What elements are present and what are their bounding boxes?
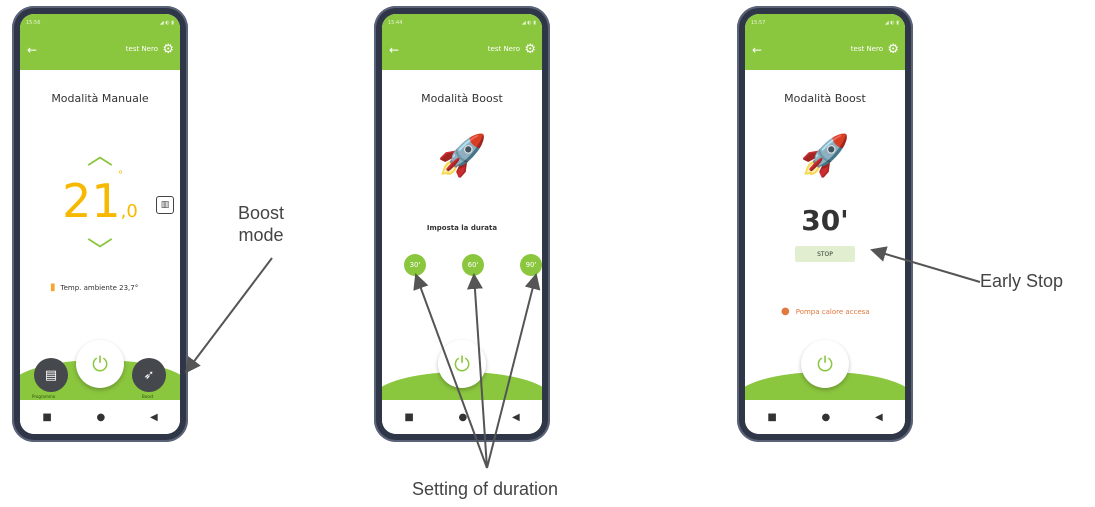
- duration-30-button[interactable]: 30': [404, 254, 426, 276]
- status-icons: ◢ ◐ ▮: [159, 20, 174, 26]
- status-bar: 15:44 ◢ ◐ ▮: [382, 14, 542, 32]
- duration-90-button[interactable]: 90': [520, 254, 542, 276]
- android-nav-bar: ■ ● ◀: [20, 400, 180, 434]
- back-arrow-icon[interactable]: ←: [752, 43, 762, 57]
- page-title: Modalità Boost: [421, 92, 503, 105]
- recent-apps-icon[interactable]: ■: [767, 412, 776, 423]
- power-icon: ⏻: [817, 352, 833, 376]
- back-icon[interactable]: ◀: [875, 412, 883, 423]
- power-button[interactable]: ⏻: [801, 340, 849, 388]
- user-name: test Nero: [125, 45, 158, 53]
- annotation-setting-duration: Setting of duration: [411, 479, 559, 499]
- screen-boost-setup: 15:44 ◢ ◐ ▮ ← test Nero ⚙ Modalità Boost…: [382, 14, 542, 434]
- phone-boost-setup: 15:44 ◢ ◐ ▮ ← test Nero ⚙ Modalità Boost…: [374, 6, 550, 442]
- phone-boost-active: 15:57 ◢ ◐ ▮ ← test Nero ⚙ Modalità Boost…: [737, 6, 913, 442]
- annotation-early-stop: Early Stop: [980, 271, 1064, 291]
- bar-chart-icon[interactable]: ▥: [156, 196, 174, 214]
- program-label: Programma: [32, 394, 56, 399]
- rocket-icon: 🚀: [437, 133, 487, 179]
- phone-manual: 15:56 ◢ ◐ ▮ ← test Nero ⚙ Modalità Manua…: [12, 6, 188, 442]
- home-icon[interactable]: ●: [97, 412, 106, 423]
- page-title: Modalità Manuale: [51, 92, 149, 105]
- rocket-icon: 🚀: [800, 133, 850, 179]
- android-nav-bar: ■ ● ◀: [745, 400, 905, 434]
- home-icon[interactable]: ●: [459, 412, 468, 423]
- app-bar: ← test Nero ⚙: [745, 32, 905, 70]
- status-icons: ◢ ◐ ▮: [521, 20, 536, 26]
- screen-manual: 15:56 ◢ ◐ ▮ ← test Nero ⚙ Modalità Manua…: [20, 14, 180, 434]
- app-bar: ← test Nero ⚙: [382, 32, 542, 70]
- status-time: 15:57: [751, 20, 766, 26]
- back-arrow-icon[interactable]: ←: [27, 43, 37, 57]
- duration-label: Imposta la durata: [426, 224, 498, 232]
- status-bar: 15:57 ◢ ◐ ▮: [745, 14, 905, 32]
- gear-icon[interactable]: ⚙: [162, 42, 174, 57]
- temp-integer: 21: [62, 174, 121, 228]
- power-icon: ⏻: [92, 352, 108, 376]
- pump-status-text: Pompa calore accesa: [795, 308, 870, 316]
- back-arrow-icon[interactable]: ←: [389, 43, 399, 57]
- degree-symbol: °: [118, 170, 123, 181]
- thermometer-icon: ▮: [50, 282, 56, 293]
- back-icon[interactable]: ◀: [512, 412, 520, 423]
- chevron-down-icon[interactable]: ﹀: [20, 239, 180, 265]
- screen-boost-active: 15:57 ◢ ◐ ▮ ← test Nero ⚙ Modalità Boost…: [745, 14, 905, 434]
- back-icon[interactable]: ◀: [150, 412, 158, 423]
- power-button[interactable]: ⏻: [438, 340, 486, 388]
- recent-apps-icon[interactable]: ■: [42, 412, 51, 423]
- android-nav-bar: ■ ● ◀: [382, 400, 542, 434]
- stop-button[interactable]: STOP: [795, 246, 855, 262]
- user-name: test Nero: [850, 45, 883, 53]
- duration-60-button[interactable]: 60': [462, 254, 484, 276]
- status-icons: ◢ ◐ ▮: [884, 20, 899, 26]
- annotation-boost-mode: Boost mode: [237, 203, 285, 245]
- recent-apps-icon[interactable]: ■: [404, 412, 413, 423]
- flame-drop-icon: ●: [781, 306, 790, 317]
- gear-icon[interactable]: ⚙: [887, 42, 899, 57]
- calendar-icon[interactable]: ▤: [34, 358, 68, 392]
- rocket-icon: ➶: [143, 367, 155, 383]
- status-bar: 15:56 ◢ ◐ ▮: [20, 14, 180, 32]
- power-button[interactable]: ⏻: [76, 340, 124, 388]
- arrow-boost-mode: [184, 257, 273, 374]
- status-time: 15:56: [26, 20, 41, 26]
- pump-status: ● Pompa calore accesa: [781, 306, 870, 317]
- status-time: 15:44: [388, 20, 403, 26]
- power-icon: ⏻: [454, 352, 470, 376]
- home-icon[interactable]: ●: [822, 412, 831, 423]
- boost-label: Boost: [142, 394, 154, 399]
- app-bar: ← test Nero ⚙: [20, 32, 180, 70]
- ambient-text: Temp. ambiente 23,7°: [60, 284, 139, 292]
- chevron-up-icon[interactable]: ︿: [20, 143, 180, 169]
- boost-timer: 30': [801, 204, 849, 237]
- ambient-temperature: ▮ Temp. ambiente 23,7°: [50, 282, 138, 293]
- boost-button[interactable]: ➶: [132, 358, 166, 392]
- temp-decimal: ,0: [120, 201, 138, 222]
- user-name: test Nero: [487, 45, 520, 53]
- page-title: Modalità Boost: [784, 92, 866, 105]
- gear-icon[interactable]: ⚙: [524, 42, 536, 57]
